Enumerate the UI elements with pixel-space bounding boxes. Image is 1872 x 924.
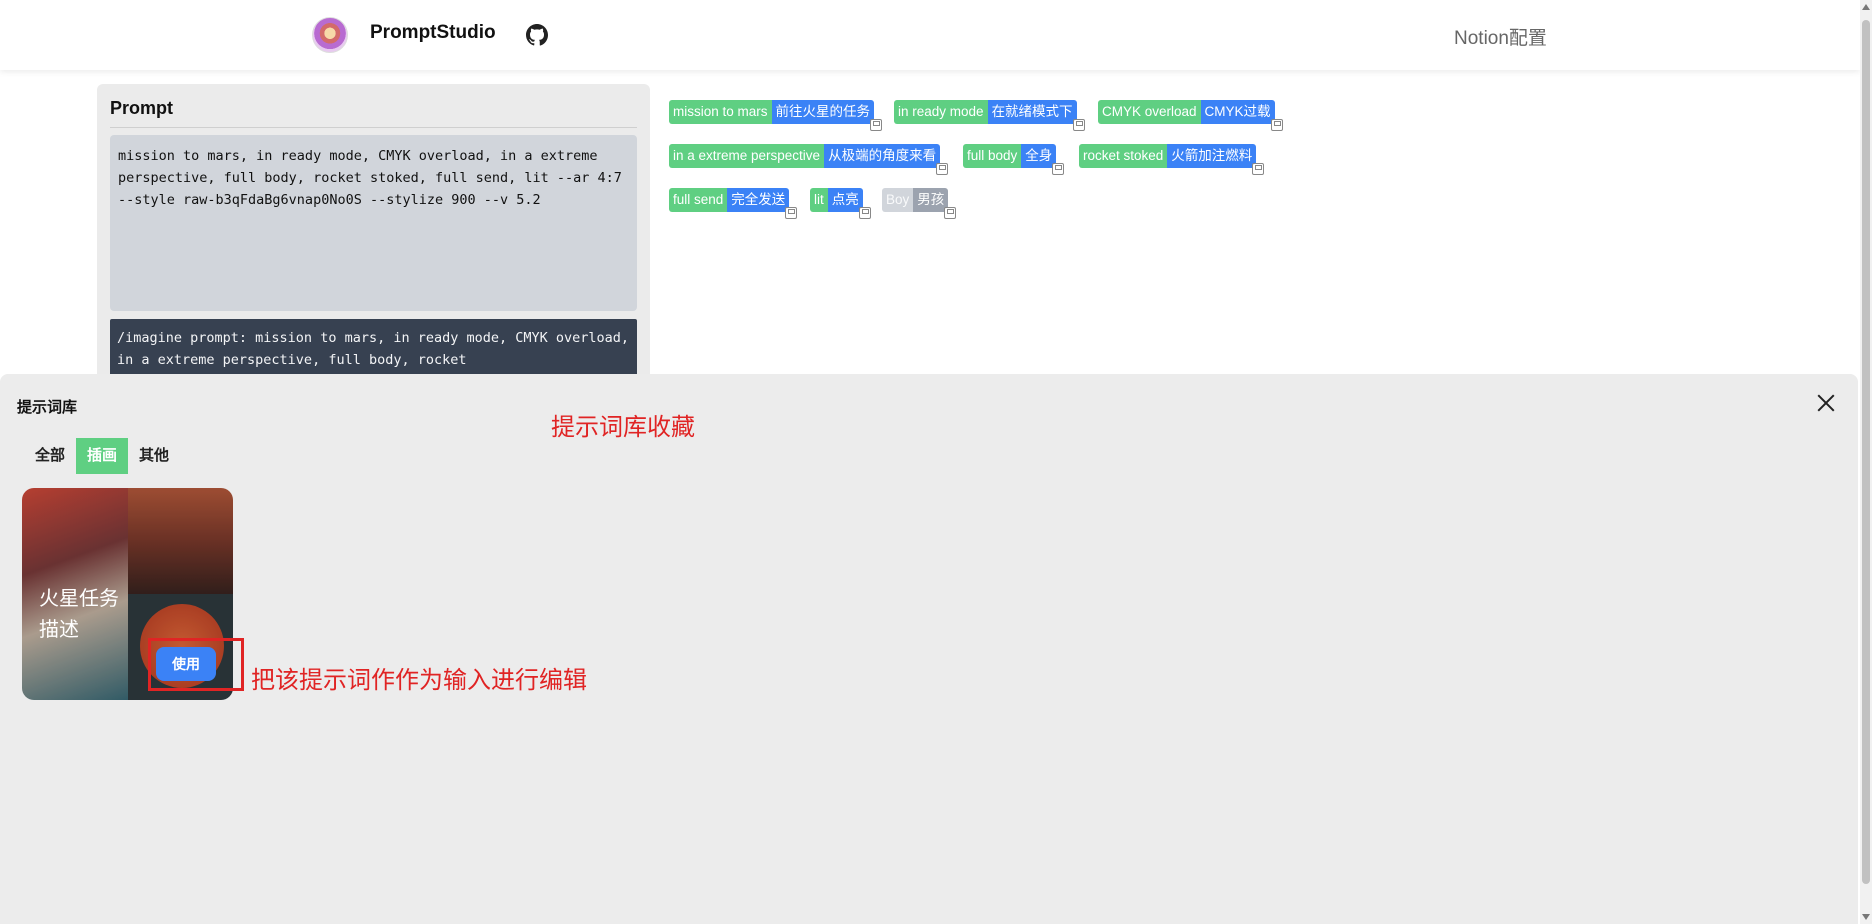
tag-item[interactable]: full body 全身 <box>963 144 1065 175</box>
save-icon[interactable] <box>1072 119 1085 131</box>
scrollbar-thumb[interactable] <box>1862 20 1870 884</box>
tag-item[interactable]: mission to mars 前往火星的任务 <box>669 100 883 131</box>
tag-chinese: 点亮 <box>827 188 863 212</box>
tag-english: lit <box>810 188 828 212</box>
tag-chinese: 从极端的角度来看 <box>824 144 941 168</box>
tag-chinese: 前往火星的任务 <box>771 100 875 124</box>
brand-title[interactable]: PromptStudio <box>370 22 496 44</box>
scroll-down-arrow-icon[interactable] <box>1862 914 1870 920</box>
card-label: 火星任务描述 <box>39 588 119 641</box>
page-scrollbar[interactable] <box>1860 0 1872 924</box>
save-icon[interactable] <box>1052 163 1065 175</box>
close-icon[interactable] <box>1817 394 1835 412</box>
tag-chinese: 全身 <box>1021 144 1057 168</box>
annotation-library: 提示词库收藏 <box>551 414 695 441</box>
app-logo[interactable] <box>312 17 348 53</box>
tab-other[interactable]: 其他 <box>128 438 180 474</box>
save-icon[interactable] <box>785 207 798 219</box>
top-header: PromptStudio Notion配置 <box>0 0 1860 70</box>
prompt-panel: Prompt mission to mars, in ready mode, C… <box>97 84 650 384</box>
tab-illustration[interactable]: 插画 <box>76 438 129 474</box>
scroll-up-arrow-icon[interactable] <box>1862 4 1870 10</box>
tag-item[interactable]: rocket stoked 火箭加注燃料 <box>1079 144 1265 175</box>
tag-english: rocket stoked <box>1079 144 1168 168</box>
tag-english: CMYK overload <box>1098 100 1201 124</box>
tag-chinese: 男孩 <box>913 188 949 212</box>
drawer-title: 提示词库 <box>17 399 78 416</box>
tab-all[interactable]: 全部 <box>24 438 76 474</box>
prompt-title: Prompt <box>110 98 173 118</box>
tag-english: in a extreme perspective <box>669 144 825 168</box>
tag-item[interactable]: in a extreme perspective 从极端的角度来看 <box>669 144 949 175</box>
save-icon[interactable] <box>936 163 949 175</box>
divider <box>110 127 637 128</box>
tag-item[interactable]: lit 点亮 <box>810 188 871 219</box>
tag-english: Boy <box>882 188 914 212</box>
tag-english: mission to mars <box>669 100 772 124</box>
tag-item[interactable]: full send 完全发送 <box>669 188 798 219</box>
tag-item[interactable]: CMYK overload CMYK过载 <box>1098 100 1283 131</box>
tag-chinese: 火箭加注燃料 <box>1167 144 1257 168</box>
save-icon[interactable] <box>1270 119 1283 131</box>
tag-item[interactable]: in ready mode 在就绪模式下 <box>894 100 1085 131</box>
prompt-library-drawer: 提示词库 提示词库收藏 全部 插画 其他 火星任务描述 <box>0 374 1858 924</box>
library-tabs: 全部 插画 其他 <box>24 438 180 474</box>
github-icon[interactable] <box>526 24 548 46</box>
tag-english: full body <box>963 144 1022 168</box>
tag-english: full send <box>669 188 728 212</box>
save-icon[interactable] <box>858 207 871 219</box>
annotation-highlight-box <box>148 638 244 691</box>
tag-chinese: 在就绪模式下 <box>987 100 1077 124</box>
annotation-use: 把该提示词作作为输入进行编辑 <box>251 667 587 694</box>
save-icon[interactable] <box>944 207 957 219</box>
tag-english: in ready mode <box>894 100 988 124</box>
save-icon[interactable] <box>870 119 883 131</box>
tag-chinese: CMYK过载 <box>1200 100 1275 124</box>
tag-item-disabled[interactable]: Boy 男孩 <box>882 188 957 219</box>
prompt-textarea[interactable]: mission to mars, in ready mode, CMYK ove… <box>110 135 637 311</box>
tag-chinese: 完全发送 <box>727 188 790 212</box>
notion-config-link[interactable]: Notion配置 <box>1454 23 1547 50</box>
save-icon[interactable] <box>1252 163 1265 175</box>
